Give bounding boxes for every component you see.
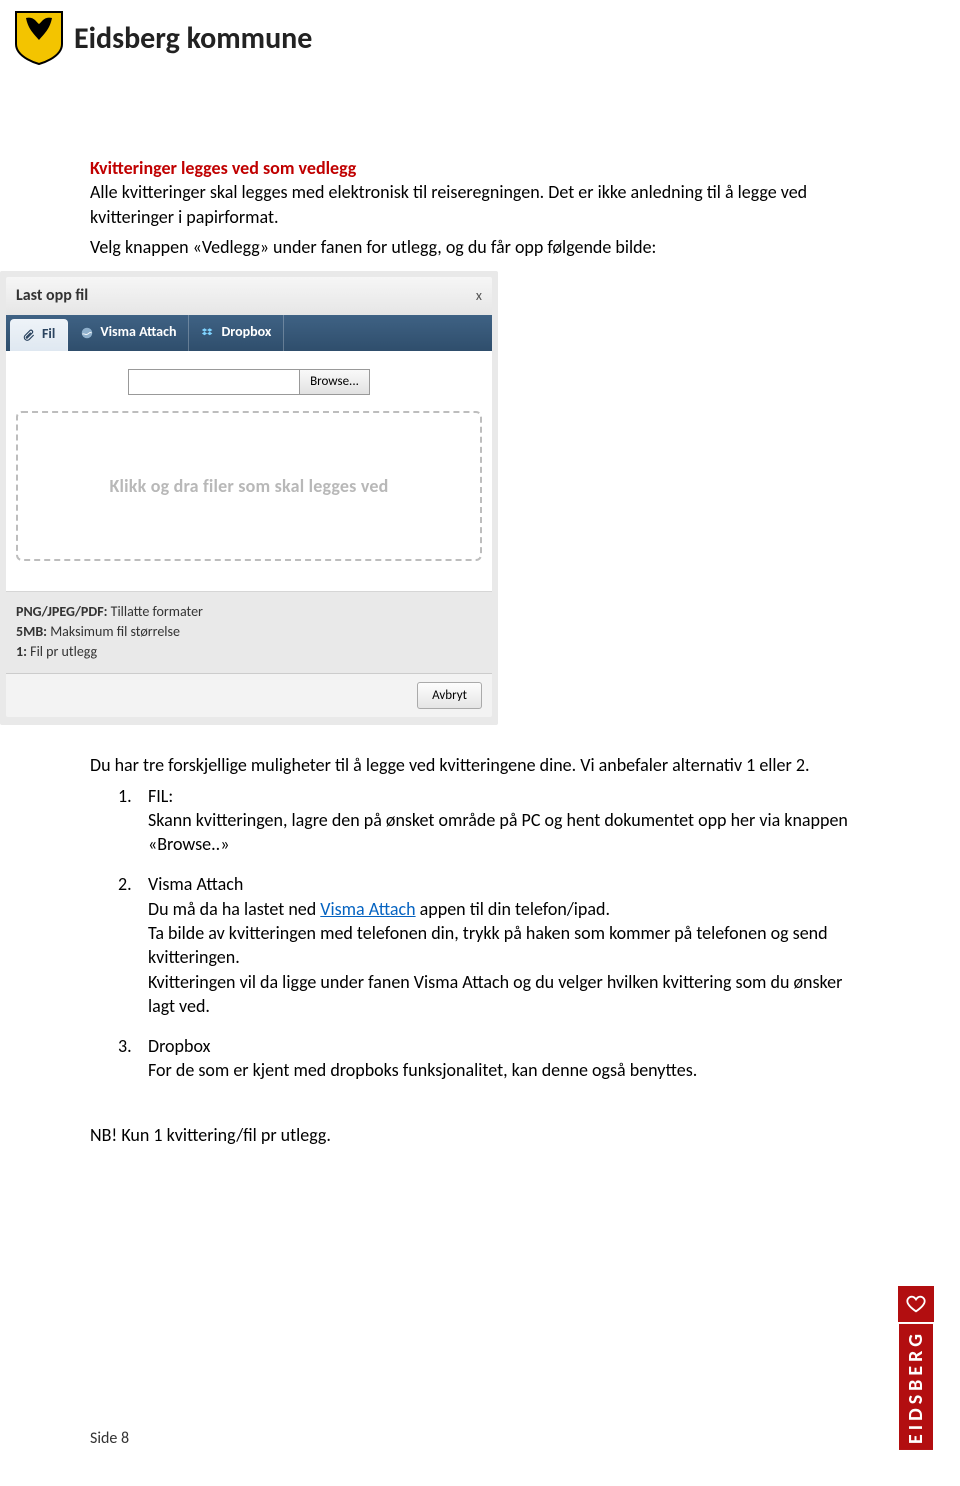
section-para-2: Velg knappen «Vedlegg» under fanen for u… bbox=[90, 235, 870, 259]
section-para-1: Alle kvitteringer skal legges med elektr… bbox=[90, 180, 870, 229]
nb-note: NB! Kun 1 kvittering/fil pr utlegg. bbox=[90, 1123, 870, 1147]
dropzone-label: Klikk og dra filer som skal legges ved bbox=[109, 474, 388, 498]
after-dialog-para: Du har tre forskjellige muligheter til å… bbox=[90, 753, 870, 777]
item1-title: FIL: bbox=[148, 784, 870, 808]
heart-icon bbox=[898, 1286, 934, 1322]
side-brand: EIDSBERG bbox=[898, 1286, 934, 1450]
list-item: 2. Visma Attach Du må da ha lastet ned V… bbox=[118, 872, 870, 1018]
tab-dropbox-label: Dropbox bbox=[221, 323, 271, 342]
info-size-label: 5MB: bbox=[16, 623, 47, 640]
dropbox-icon bbox=[201, 326, 215, 340]
item1-body: Skann kvitteringen, lagre den på ønsket … bbox=[148, 808, 870, 857]
close-icon[interactable]: x bbox=[476, 287, 482, 306]
info-count-text: Fil pr utlegg bbox=[27, 643, 97, 660]
paperclip-icon bbox=[22, 328, 36, 342]
globe-icon bbox=[80, 326, 94, 340]
item2-title: Visma Attach bbox=[148, 872, 870, 896]
dialog-tabbar: Fil Visma Attach Dropbox bbox=[6, 315, 492, 351]
file-path-field[interactable] bbox=[129, 370, 299, 394]
list-number-1: 1. bbox=[118, 784, 136, 857]
item2-line2: Ta bilde av kvitteringen med telefonen d… bbox=[148, 921, 870, 970]
brand-text: EIDSBERG bbox=[899, 1324, 933, 1450]
tab-visma-attach[interactable]: Visma Attach bbox=[68, 315, 189, 351]
file-picker[interactable]: Browse... bbox=[128, 369, 370, 395]
item3-title: Dropbox bbox=[148, 1034, 697, 1058]
content: Kvitteringer legges ved som vedlegg Alle… bbox=[0, 66, 960, 1147]
header-title: Eidsberg kommune bbox=[74, 20, 312, 57]
list-number-3: 3. bbox=[118, 1034, 136, 1083]
file-input-row: Browse... bbox=[6, 351, 492, 405]
list-number-2: 2. bbox=[118, 872, 136, 1018]
item2-line1b: appen til din telefon/ipad. bbox=[416, 898, 610, 920]
numbered-list: 1. FIL: Skann kvitteringen, lagre den på… bbox=[118, 784, 870, 1083]
info-size-text: Maksimum fil størrelse bbox=[47, 623, 180, 640]
dialog-title-text: Last opp fil bbox=[16, 285, 88, 307]
dropzone[interactable]: Klikk og dra filer som skal legges ved bbox=[16, 411, 482, 561]
info-formats-text: Tillatte formater bbox=[107, 603, 202, 620]
visma-attach-link[interactable]: Visma Attach bbox=[320, 898, 415, 920]
tab-fil[interactable]: Fil bbox=[10, 319, 68, 351]
item2-line1a: Du må da ha lastet ned bbox=[148, 898, 320, 920]
item3-body: For de som er kjent med dropboks funksjo… bbox=[148, 1058, 697, 1082]
page-footer: Side 8 bbox=[90, 1429, 129, 1448]
tab-dropbox[interactable]: Dropbox bbox=[189, 315, 284, 351]
shield-logo-icon bbox=[14, 10, 64, 66]
list-item: 3. Dropbox For de som er kjent med dropb… bbox=[118, 1034, 870, 1083]
cancel-button[interactable]: Avbryt bbox=[417, 682, 482, 710]
section-title: Kvitteringer legges ved som vedlegg bbox=[90, 156, 870, 180]
dialog-titlebar: Last opp fil x bbox=[6, 277, 492, 315]
browse-button[interactable]: Browse... bbox=[299, 370, 369, 394]
tab-fil-label: Fil bbox=[42, 325, 55, 344]
tab-visma-label: Visma Attach bbox=[100, 323, 176, 342]
doc-header: Eidsberg kommune bbox=[0, 0, 960, 66]
list-item: 1. FIL: Skann kvitteringen, lagre den på… bbox=[118, 784, 870, 857]
dialog-footer: Avbryt bbox=[6, 673, 492, 718]
dialog-info: PNG/JPEG/PDF: Tillatte formater 5MB: Mak… bbox=[6, 591, 492, 673]
info-formats-label: PNG/JPEG/PDF: bbox=[16, 603, 107, 620]
upload-dialog: Last opp fil x Fil Visma Attach bbox=[0, 271, 498, 725]
info-count-label: 1: bbox=[16, 643, 27, 660]
item2-line3: Kvitteringen vil da ligge under fanen Vi… bbox=[148, 970, 870, 1019]
